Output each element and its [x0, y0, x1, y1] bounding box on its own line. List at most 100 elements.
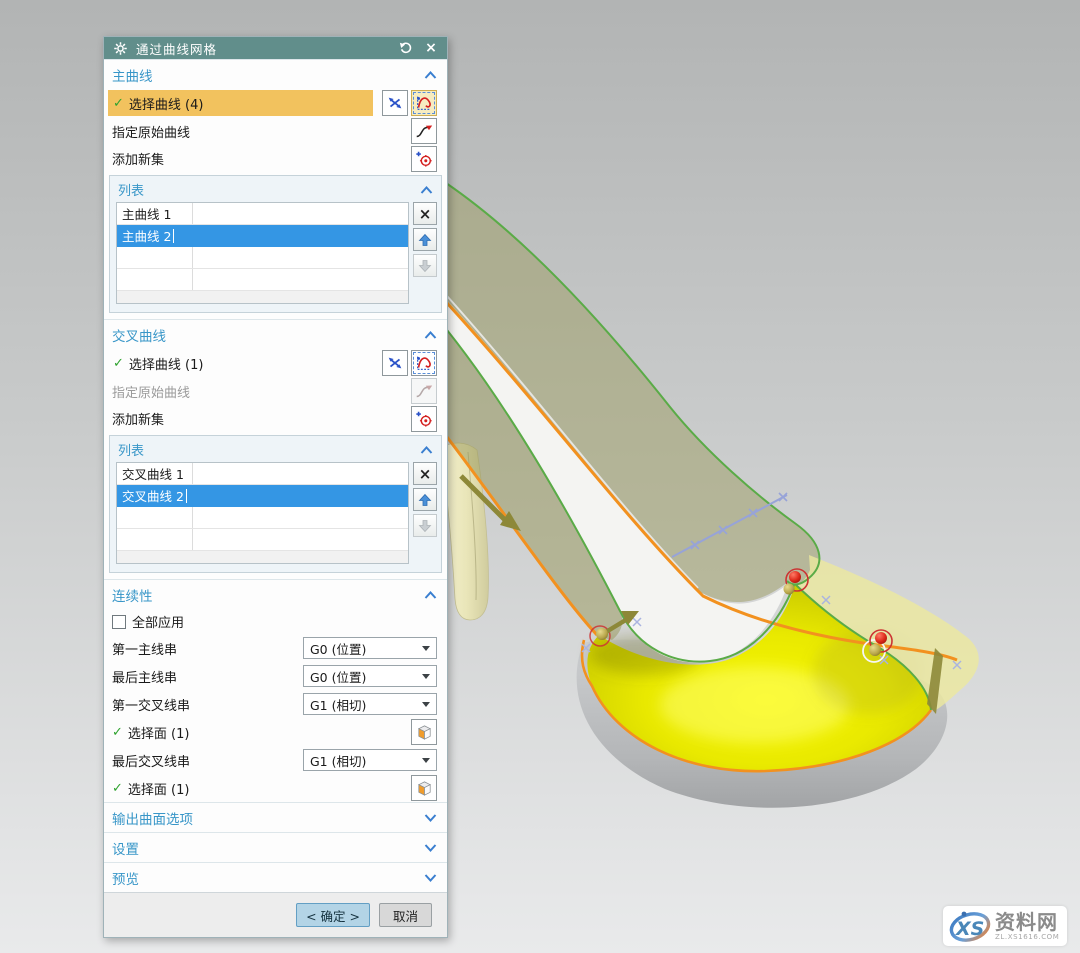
watermark-badge: XS 资料网 ZL.XS1616.COM	[943, 906, 1067, 946]
collapse-icon[interactable]	[424, 331, 437, 339]
move-down-button[interactable]	[413, 514, 437, 537]
face-select-button[interactable]	[411, 775, 437, 801]
add-set-label: 添加新集	[112, 409, 164, 428]
cross-select-curve-row[interactable]: ✓ 选择曲线 (1)	[104, 349, 447, 377]
dialog-footer: < 确定 > 取消	[104, 892, 447, 937]
list-header: 列表	[118, 440, 144, 459]
watermark-logo: XS	[947, 908, 993, 944]
collapse-icon[interactable]	[424, 591, 437, 599]
collapse-icon[interactable]	[420, 446, 433, 454]
section-label: 预览	[112, 868, 139, 888]
through-curve-mesh-dialog: 通过曲线网格 × 主曲线 ✓ 选择曲线 (4)	[103, 36, 448, 938]
section-label: 输出曲面选项	[112, 808, 193, 828]
ok-button[interactable]: < 确定 >	[296, 903, 370, 927]
apply-all-row[interactable]: 全部应用	[104, 609, 447, 634]
select-face-row-1[interactable]: ✓ 选择面 (1)	[104, 718, 447, 746]
curve-rule-button[interactable]	[411, 90, 437, 116]
collapse-icon[interactable]	[424, 71, 437, 79]
reverse-direction-button[interactable]	[382, 90, 408, 116]
add-set-label: 添加新集	[112, 149, 164, 168]
section-header-main-curves[interactable]: 主曲线	[104, 59, 447, 89]
apply-all-label: 全部应用	[132, 612, 184, 631]
remove-item-button[interactable]: ×	[413, 202, 437, 225]
expand-icon[interactable]	[424, 874, 437, 882]
section-label: 主曲线	[112, 65, 153, 85]
select-curve-box[interactable]: ✓ 选择曲线 (1)	[108, 350, 373, 376]
expand-icon[interactable]	[424, 844, 437, 852]
remove-item-button[interactable]: ×	[413, 462, 437, 485]
main-origin-curve-row[interactable]: 指定原始曲线	[104, 117, 447, 145]
last-cross-string-label: 最后交叉线串	[112, 751, 190, 770]
select-curve-label: 选择曲线 (1)	[129, 354, 204, 373]
move-down-button[interactable]	[413, 254, 437, 277]
select-curve-highlight[interactable]: ✓ 选择曲线 (4)	[108, 90, 373, 116]
main-add-set-row[interactable]: 添加新集	[104, 145, 447, 172]
close-icon[interactable]: ×	[422, 39, 440, 57]
list-item-empty[interactable]	[117, 269, 408, 291]
last-cross-string-select[interactable]: G1 (相切)	[303, 749, 437, 771]
cross-curve-list[interactable]: 交叉曲线 1 交叉曲线 2	[116, 462, 409, 564]
section-header-preview[interactable]: 预览	[104, 862, 447, 892]
first-main-string-select[interactable]: G0 (位置)	[303, 637, 437, 659]
cross-add-set-row[interactable]: 添加新集	[104, 405, 447, 432]
list-header: 列表	[118, 180, 144, 199]
cross-origin-curve-row: 指定原始曲线	[104, 377, 447, 405]
list-item[interactable]: 交叉曲线 1	[117, 463, 408, 485]
watermark-site-url: ZL.XS1616.COM	[995, 934, 1059, 941]
chevron-down-icon	[422, 702, 430, 707]
section-label: 连续性	[112, 585, 153, 605]
chevron-down-icon	[422, 674, 430, 679]
first-cross-string-row: 第一交叉线串 G1 (相切)	[104, 690, 447, 718]
check-icon: ✓	[113, 356, 124, 371]
move-up-button[interactable]	[413, 228, 437, 251]
cross-curve-list-group: 列表 交叉曲线 1 交叉曲线 2 ×	[109, 435, 442, 573]
section-header-settings[interactable]: 设置	[104, 832, 447, 862]
gear-icon	[111, 39, 129, 57]
list-item-selected[interactable]: 交叉曲线 2	[117, 485, 408, 507]
section-label: 交叉曲线	[112, 325, 166, 345]
watermark-site-name: 资料网	[995, 912, 1059, 932]
chevron-down-icon	[422, 758, 430, 763]
section-header-cross-curves[interactable]: 交叉曲线	[104, 319, 447, 349]
list-item-selected[interactable]: 主曲线 2	[117, 225, 408, 247]
curve-rule-button[interactable]	[411, 350, 437, 376]
list-item-stub	[117, 291, 408, 303]
add-new-set-button[interactable]	[411, 406, 437, 432]
origin-curve-button-disabled	[411, 378, 437, 404]
face-select-button[interactable]	[411, 719, 437, 745]
last-main-string-label: 最后主线串	[112, 667, 177, 686]
add-new-set-button[interactable]	[411, 146, 437, 172]
main-curve-list[interactable]: 主曲线 1 主曲线 2	[116, 202, 409, 304]
main-curve-list-group: 列表 主曲线 1 主曲线 2 ×	[109, 175, 442, 313]
last-main-string-select[interactable]: G0 (位置)	[303, 665, 437, 687]
section-label: 设置	[112, 838, 139, 858]
dialog-title: 通过曲线网格	[136, 39, 390, 58]
origin-curve-button[interactable]	[411, 118, 437, 144]
select-face-label: 选择面 (1)	[128, 723, 190, 742]
check-icon: ✓	[113, 96, 124, 111]
list-item[interactable]: 主曲线 1	[117, 203, 408, 225]
list-item-empty[interactable]	[117, 507, 408, 529]
main-select-curve-row[interactable]: ✓ 选择曲线 (4)	[104, 89, 447, 117]
list-item-empty[interactable]	[117, 247, 408, 269]
first-cross-string-select[interactable]: G1 (相切)	[303, 693, 437, 715]
first-main-string-label: 第一主线串	[112, 639, 177, 658]
cancel-button[interactable]: 取消	[379, 903, 432, 927]
collapse-icon[interactable]	[420, 186, 433, 194]
origin-curve-label-disabled: 指定原始曲线	[112, 382, 190, 401]
apply-all-checkbox[interactable]	[112, 615, 126, 629]
reset-icon[interactable]	[397, 39, 415, 57]
dialog-titlebar[interactable]: 通过曲线网格 ×	[104, 37, 447, 59]
move-up-button[interactable]	[413, 488, 437, 511]
select-face-row-2[interactable]: ✓ 选择面 (1)	[104, 774, 447, 802]
expand-icon[interactable]	[424, 814, 437, 822]
list-item-empty[interactable]	[117, 529, 408, 551]
section-header-continuity[interactable]: 连续性	[104, 579, 447, 609]
origin-curve-label: 指定原始曲线	[112, 122, 190, 141]
list-item-stub	[117, 551, 408, 563]
check-icon: ✓	[112, 725, 123, 740]
section-header-output-options[interactable]: 输出曲面选项	[104, 802, 447, 832]
select-face-label: 选择面 (1)	[128, 779, 190, 798]
reverse-direction-button[interactable]	[382, 350, 408, 376]
check-icon: ✓	[112, 781, 123, 796]
